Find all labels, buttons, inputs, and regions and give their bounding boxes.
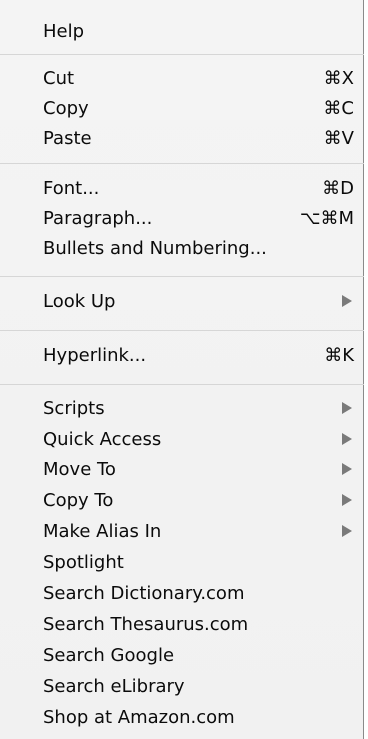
menu-item-search-dictionary[interactable]: Search Dictionary.com [0,578,364,608]
menu-item-shop-amazon[interactable]: Shop at Amazon.com [0,702,364,732]
keyboard-shortcut: ⌘K [324,344,354,366]
menu-item-cut[interactable]: Cut ⌘X [0,63,364,93]
menu-item-copy[interactable]: Copy ⌘C [0,93,364,123]
menu-item-paste[interactable]: Paste ⌘V [0,123,364,153]
menu-item-copy-to[interactable]: Copy To [0,485,364,515]
menu-item-label: Bullets and Numbering... [43,237,267,259]
menu-item-label: Hyperlink... [43,344,147,366]
menu-item-search-thesaurus[interactable]: Search Thesaurus.com [0,609,364,639]
menu-separator [0,384,364,385]
submenu-arrow-icon [342,402,352,414]
menu-item-label: Search Thesaurus.com [43,613,249,635]
menu-item-label: Shop at Amazon.com [43,706,235,728]
menu-item-label: Spotlight [43,551,124,573]
menu-item-help[interactable]: Help [0,16,364,46]
menu-item-move-to[interactable]: Move To [0,454,364,484]
menu-item-look-up[interactable]: Look Up [0,286,364,316]
menu-separator [0,54,364,55]
submenu-arrow-icon [342,494,352,506]
menu-item-make-alias-in[interactable]: Make Alias In [0,516,364,546]
keyboard-shortcut: ⌥⌘M [299,207,354,229]
keyboard-shortcut: ⌘C [323,97,354,119]
menu-item-label: Search Google [43,644,175,666]
menu-item-bullets-and-numbering[interactable]: Bullets and Numbering... [0,233,364,263]
menu-item-label: Font... [43,177,100,199]
menu-item-label: Copy [43,97,89,119]
menu-item-label: Help [43,20,85,42]
keyboard-shortcut: ⌘X [323,67,354,89]
menu-item-search-google[interactable]: Search Google [0,640,364,670]
menu-separator [0,276,364,277]
menu-item-font[interactable]: Font... ⌘D [0,173,364,203]
submenu-arrow-icon [342,463,352,475]
menu-item-quick-access[interactable]: Quick Access [0,424,364,454]
menu-item-label: Quick Access [43,428,162,450]
menu-item-spotlight[interactable]: Spotlight [0,547,364,577]
menu-item-label: Paragraph... [43,207,153,229]
menu-item-scripts[interactable]: Scripts [0,393,364,423]
submenu-arrow-icon [342,295,352,307]
submenu-arrow-icon [342,433,352,445]
keyboard-shortcut: ⌘V [323,127,354,149]
menu-item-label: Copy To [43,489,114,511]
context-menu: Help Cut ⌘X Copy ⌘C Paste ⌘V Font... ⌘D … [0,0,364,739]
menu-item-label: Make Alias In [43,520,162,542]
keyboard-shortcut: ⌘D [322,177,354,199]
menu-item-label: Move To [43,458,116,480]
menu-item-label: Search Dictionary.com [43,582,245,604]
menu-item-label: Cut [43,67,75,89]
menu-item-search-elibrary[interactable]: Search eLibrary [0,671,364,701]
menu-item-label: Search eLibrary [43,675,185,697]
menu-item-label: Scripts [43,397,105,419]
menu-item-label: Look Up [43,290,116,312]
menu-separator [0,330,364,331]
menu-separator [0,163,364,164]
menu-outer-edge [364,0,368,739]
menu-item-label: Paste [43,127,92,149]
menu-item-paragraph[interactable]: Paragraph... ⌥⌘M [0,203,364,233]
menu-item-hyperlink[interactable]: Hyperlink... ⌘K [0,340,364,370]
submenu-arrow-icon [342,525,352,537]
